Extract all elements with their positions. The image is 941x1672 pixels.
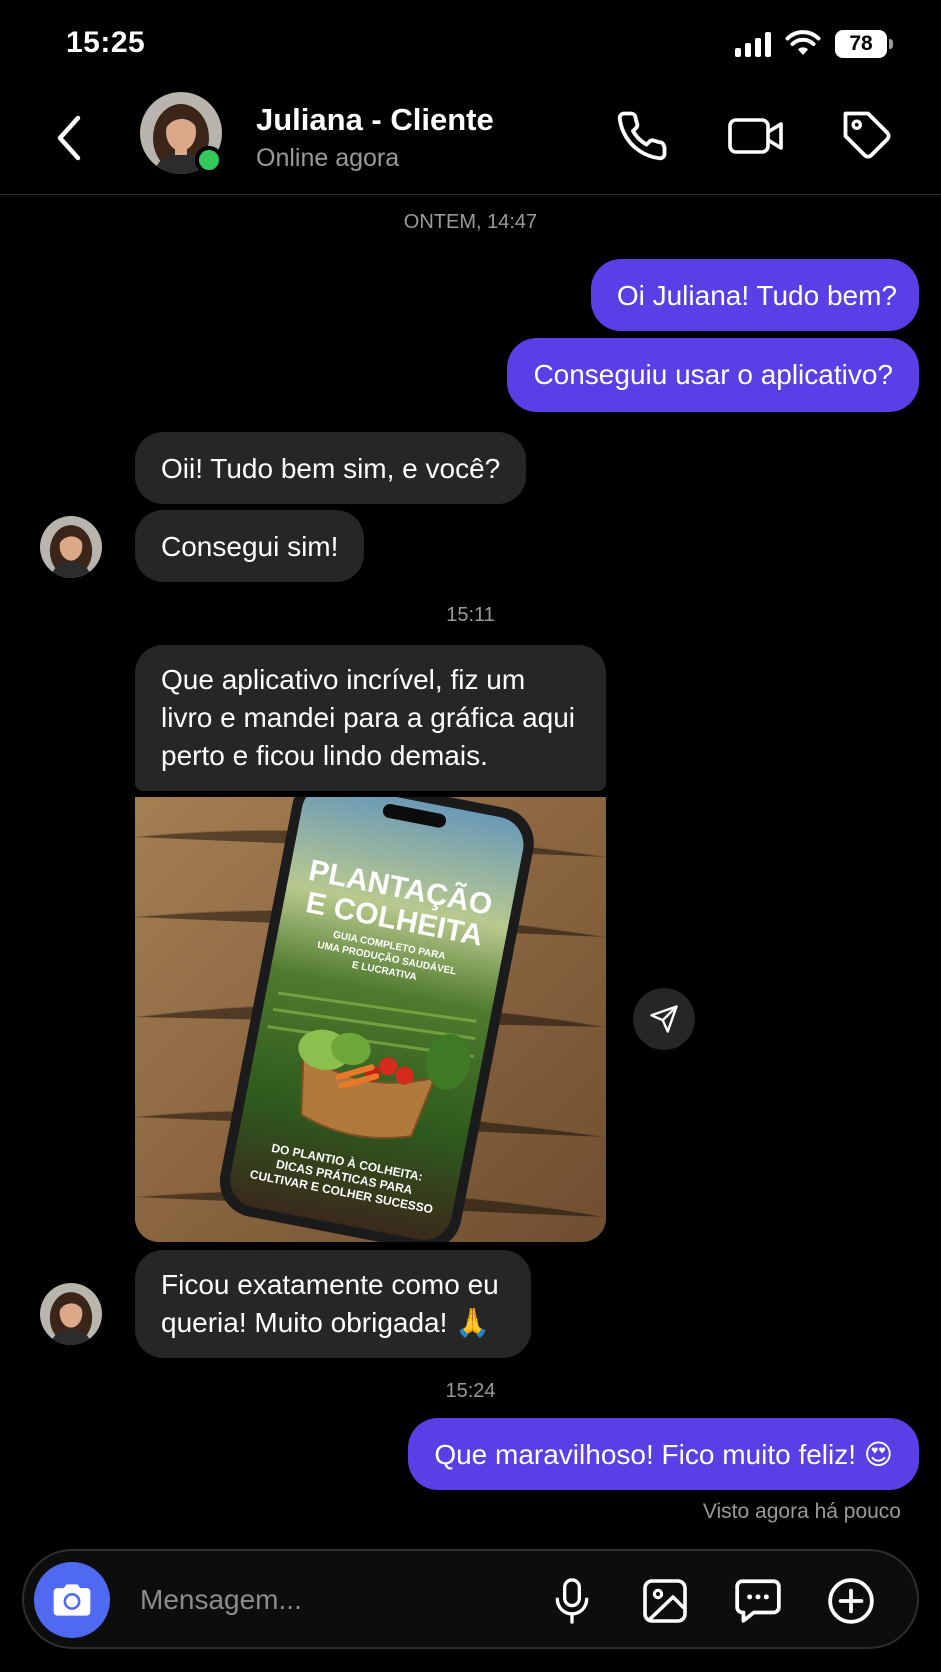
battery-level: 78	[849, 32, 873, 55]
status-icons: 78	[735, 30, 893, 58]
incoming-message[interactable]: Ficou exatamente como eu queria! Muito o…	[135, 1250, 531, 1358]
cellular-signal-icon	[735, 31, 771, 57]
image-icon	[643, 1579, 687, 1623]
chevron-left-icon	[57, 115, 81, 161]
outgoing-message[interactable]: Oi Juliana! Tudo bem?	[590, 259, 919, 331]
camera-button[interactable]	[34, 1562, 110, 1638]
message-input[interactable]	[140, 1575, 520, 1625]
gallery-button[interactable]	[635, 1571, 695, 1631]
voice-message-button[interactable]	[542, 1571, 602, 1631]
time-separator: 15:11	[446, 604, 495, 626]
incoming-message[interactable]: Consegui sim!	[135, 510, 365, 582]
incoming-message[interactable]: Oii! Tudo bem sim, e você?	[135, 432, 527, 504]
shared-photo[interactable]: PLANTAÇÃO E COLHEITA GUIA COMPLETO PARA …	[135, 797, 606, 1242]
seen-receipt: Visto agora há pouco	[702, 1500, 901, 1523]
status-bar: 15:25 78	[0, 0, 941, 88]
outgoing-message[interactable]: Que maravilhoso! Fico muito feliz! 😍	[408, 1418, 919, 1490]
time-separator: 15:24	[445, 1380, 496, 1402]
call-button[interactable]	[612, 106, 672, 166]
plus-circle-icon	[828, 1578, 874, 1624]
message-composer	[22, 1549, 919, 1649]
chat-bubble-icon	[735, 1579, 781, 1623]
label-button[interactable]	[838, 106, 898, 166]
incoming-message[interactable]: Que aplicativo incrível, fiz um livro e …	[135, 645, 606, 791]
more-options-button[interactable]	[821, 1571, 881, 1631]
chat-header: Juliana - Cliente Online agora	[0, 88, 941, 195]
online-status-dot	[195, 146, 223, 174]
video-camera-icon	[728, 118, 783, 154]
phone-icon	[617, 111, 667, 161]
back-button[interactable]	[44, 108, 94, 168]
date-separator: ONTEM, 14:47	[403, 211, 538, 233]
tag-icon	[843, 111, 891, 159]
camera-icon	[53, 1584, 91, 1616]
status-time: 15:25	[66, 26, 146, 59]
video-call-button[interactable]	[726, 106, 786, 166]
sticker-button[interactable]	[728, 1571, 788, 1631]
wifi-icon	[785, 30, 821, 55]
contact-avatar-small	[40, 516, 102, 578]
contact-name[interactable]: Juliana - Cliente	[256, 102, 494, 138]
battery-indicator: 78	[835, 30, 893, 58]
contact-status: Online agora	[256, 144, 400, 172]
contact-avatar-small	[40, 1283, 102, 1345]
microphone-icon	[555, 1578, 589, 1624]
outgoing-message[interactable]: Conseguiu usar o aplicativo?	[507, 338, 919, 412]
send-icon	[650, 1005, 678, 1033]
share-photo-button[interactable]	[633, 988, 695, 1050]
